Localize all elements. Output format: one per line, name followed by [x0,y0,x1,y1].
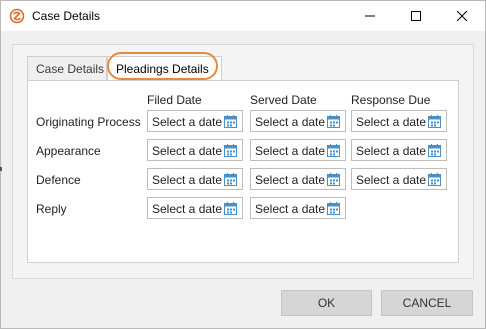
row-label-originating-process: Originating Process [36,115,141,129]
originating-process-served-date-picker[interactable]: Select a date [250,110,346,132]
close-button[interactable] [439,1,485,31]
maximize-icon [411,11,421,21]
date-placeholder: Select a date [152,115,223,129]
date-placeholder: Select a date [356,115,427,129]
calendar-icon[interactable] [326,114,341,129]
ok-button[interactable]: OK [281,290,372,316]
row-label-defence: Defence [36,173,81,187]
calendar-icon[interactable] [427,172,442,187]
calendar-icon[interactable] [223,201,238,216]
calendar-icon[interactable] [427,143,442,158]
originating-process-filed-date-picker[interactable]: Select a date [147,110,243,132]
maximize-button[interactable] [393,1,439,31]
tab-case-details[interactable]: Case Details [27,56,107,80]
column-header-filed-date: Filed Date [147,93,202,107]
date-placeholder: Select a date [255,173,326,187]
calendar-icon[interactable] [326,201,341,216]
minimize-button[interactable] [347,1,393,31]
date-placeholder: Select a date [152,202,223,216]
calendar-icon[interactable] [326,143,341,158]
calendar-icon[interactable] [223,143,238,158]
date-placeholder: Select a date [356,144,427,158]
defence-response-due-picker[interactable]: Select a date [351,168,447,190]
date-placeholder: Select a date [255,202,326,216]
defence-served-date-picker[interactable]: Select a date [250,168,346,190]
date-placeholder: Select a date [152,173,223,187]
column-header-response-due: Response Due [351,93,431,107]
appearance-filed-date-picker[interactable]: Select a date [147,139,243,161]
defence-filed-date-picker[interactable]: Select a date [147,168,243,190]
reply-served-date-picker[interactable]: Select a date [250,197,346,219]
tab-label: Case Details [36,62,105,76]
window-edge-mark [0,167,2,171]
date-placeholder: Select a date [255,144,326,158]
calendar-icon[interactable] [427,114,442,129]
minimize-icon [365,15,375,17]
appearance-served-date-picker[interactable]: Select a date [250,139,346,161]
tab-pleadings-details[interactable]: Pleadings Details [107,56,222,80]
window-title: Case Details [32,9,101,23]
row-label-reply: Reply [36,202,67,216]
cancel-button[interactable]: CANCEL [381,290,473,316]
calendar-icon[interactable] [326,172,341,187]
originating-process-response-due-picker[interactable]: Select a date [351,110,447,132]
calendar-icon[interactable] [223,114,238,129]
appearance-response-due-picker[interactable]: Select a date [351,139,447,161]
date-placeholder: Select a date [152,144,223,158]
app-logo-icon [9,8,25,24]
calendar-icon[interactable] [223,172,238,187]
date-placeholder: Select a date [356,173,427,187]
close-icon [457,11,467,21]
column-header-served-date: Served Date [250,93,317,107]
reply-filed-date-picker[interactable]: Select a date [147,197,243,219]
row-label-appearance: Appearance [36,144,101,158]
tab-label: Pleadings Details [116,62,209,76]
date-placeholder: Select a date [255,115,326,129]
title-bar: Case Details [1,1,485,31]
